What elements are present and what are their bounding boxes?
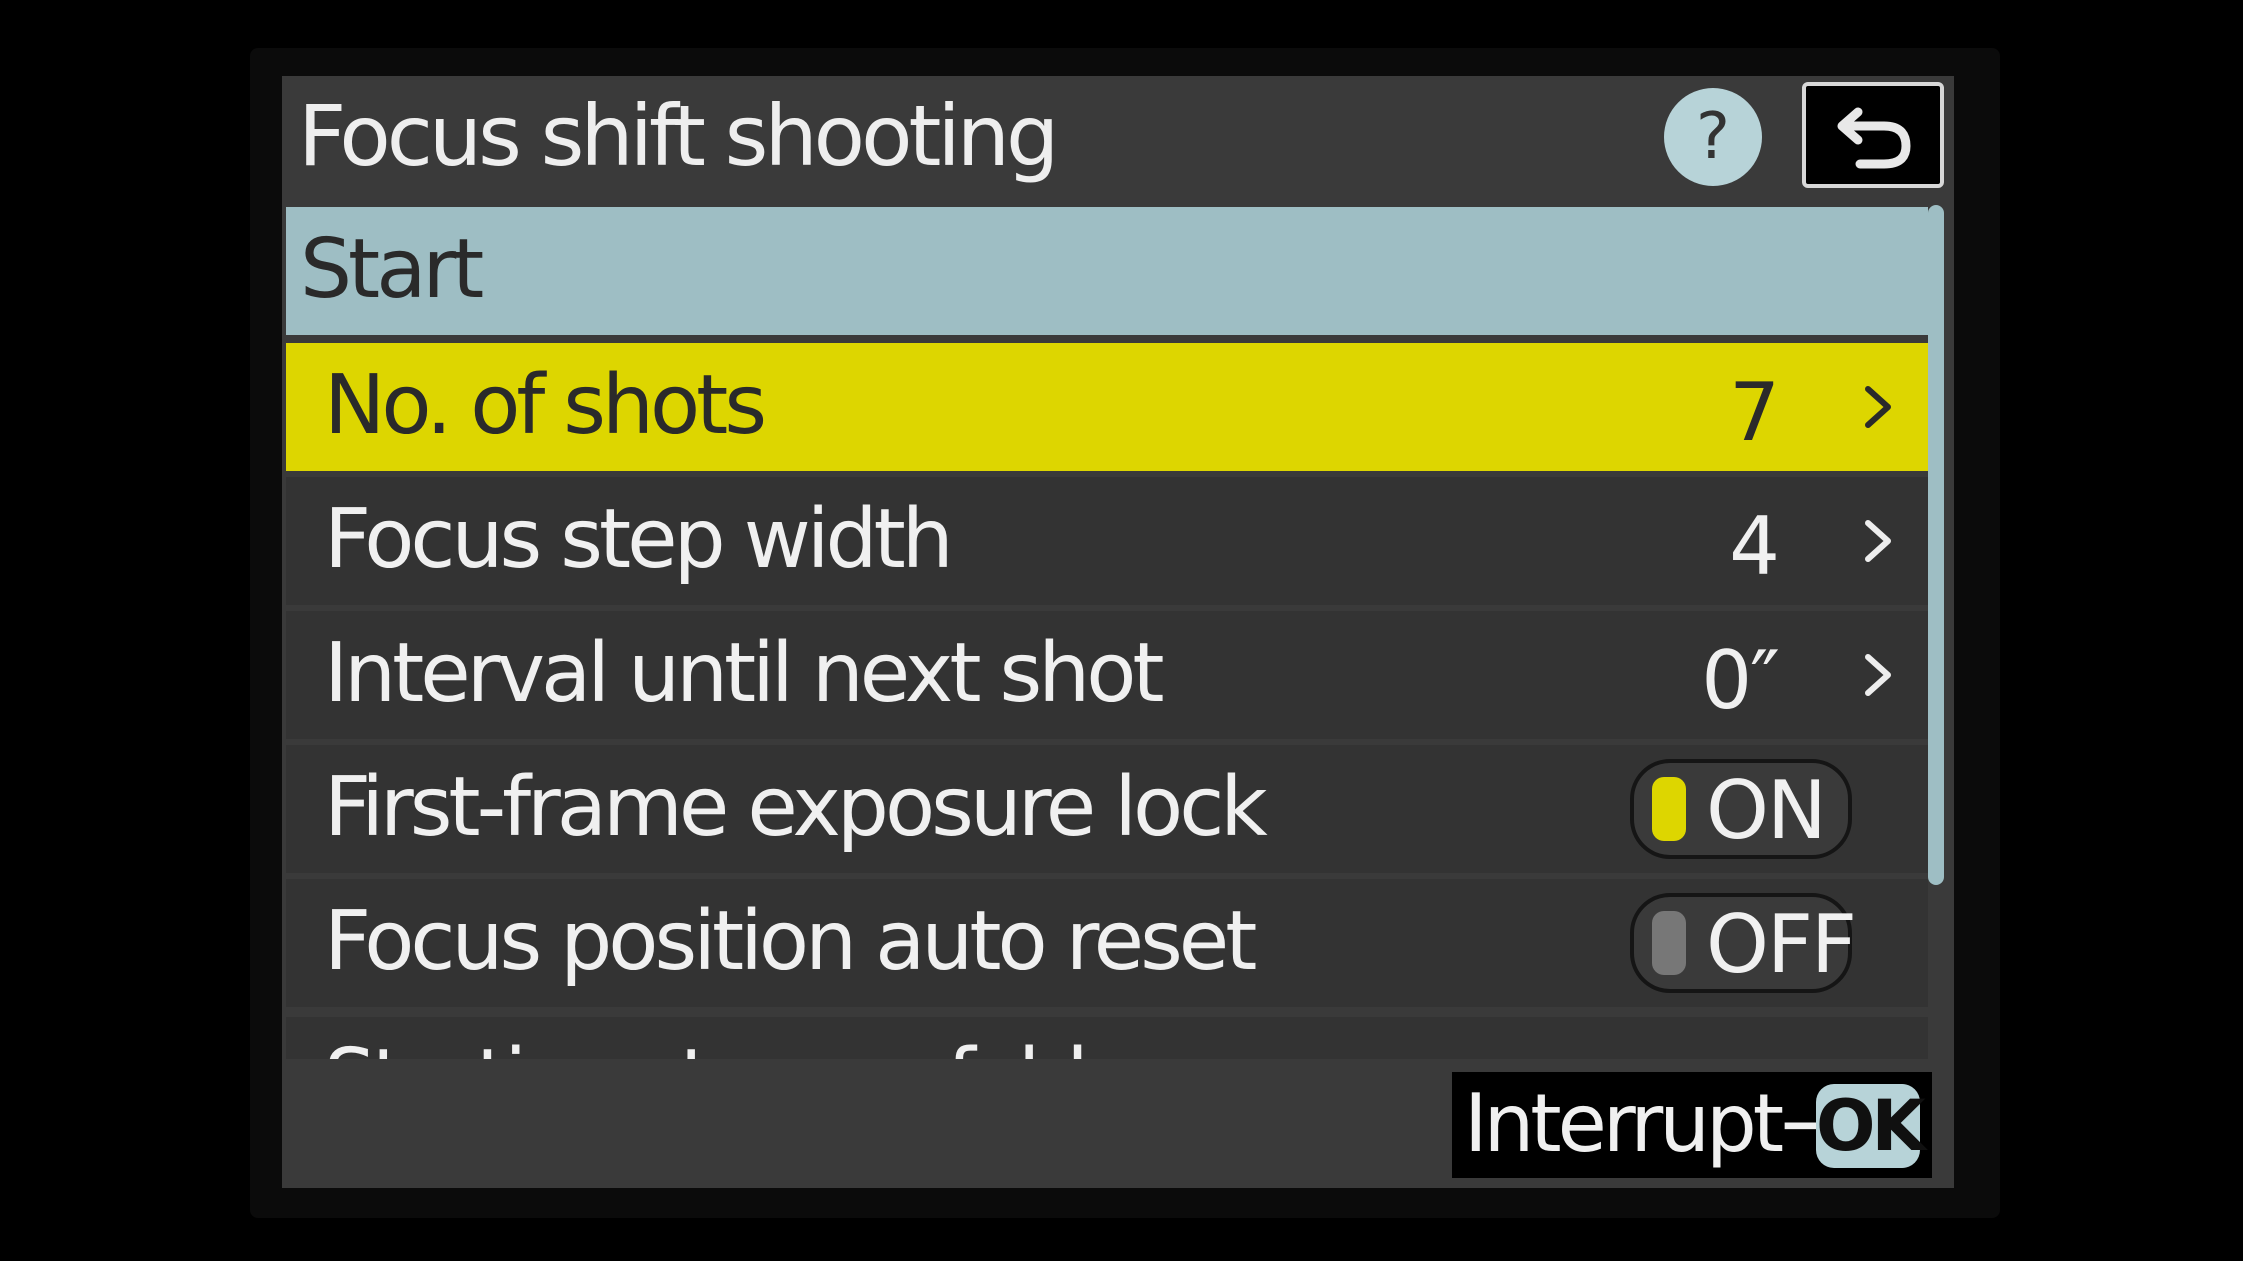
menu-item-label: Start — [300, 222, 484, 317]
chevron-right-icon — [1865, 654, 1891, 696]
page-title: Focus shift shooting — [298, 87, 1059, 185]
toggle-on-knob — [1652, 777, 1686, 841]
back-return-icon — [1837, 107, 1911, 169]
back-button[interactable] — [1802, 82, 1944, 188]
menu-list: Start No. of shots 7 Focus step width 4 … — [282, 207, 1928, 1059]
menu-item-start[interactable]: Start — [286, 207, 1928, 335]
toggle-off-knob — [1652, 911, 1686, 975]
scrollbar-thumb[interactable] — [1928, 205, 1944, 885]
menu-item-label: Focus step width — [324, 492, 954, 587]
menu-item-first-frame-exposure-lock[interactable]: First-frame exposure lock ON — [286, 745, 1928, 873]
menu-item-focus-step-width[interactable]: Focus step width 4 — [286, 477, 1928, 605]
scrollbar[interactable] — [1928, 205, 1944, 885]
menu-item-value: 7 — [1729, 366, 1780, 459]
chevron-right-icon — [1865, 520, 1891, 562]
toggle-switch[interactable]: OFF — [1630, 893, 1857, 993]
chevron-right-icon — [1865, 386, 1891, 428]
menu-item-focus-position-auto-reset[interactable]: Focus position auto reset OFF — [286, 879, 1928, 1007]
footer-bar: Interrupt→ OK — [286, 1062, 1954, 1188]
menu-item-label: No. of shots — [324, 358, 767, 453]
menu-item-label: Starting storage folder — [324, 1034, 1165, 1059]
menu-item-starting-storage-folder[interactable]: Starting storage folder — [286, 1017, 1928, 1059]
menu-item-label: Focus position auto reset — [324, 894, 1257, 989]
menu-item-value: 0″ — [1701, 634, 1780, 727]
toggle-state: OFF — [1706, 898, 1857, 991]
menu-item-no-of-shots[interactable]: No. of shots 7 — [286, 343, 1928, 471]
ok-button-icon: OK — [1816, 1084, 1926, 1168]
menu-item-label: Interval until next shot — [324, 626, 1165, 721]
menu-item-interval-until-next-shot[interactable]: Interval until next shot 0″ — [286, 611, 1928, 739]
menu-header: Focus shift shooting ? — [282, 76, 1954, 206]
toggle-switch[interactable]: ON — [1630, 759, 1852, 859]
help-icon[interactable]: ? — [1664, 88, 1762, 186]
menu-item-label: First-frame exposure lock — [324, 760, 1268, 855]
interrupt-hint[interactable]: Interrupt→ OK — [1452, 1072, 1932, 1178]
menu-item-value: 4 — [1729, 500, 1780, 593]
toggle-state: ON — [1706, 764, 1827, 857]
interrupt-label: Interrupt→ — [1464, 1077, 1847, 1170]
